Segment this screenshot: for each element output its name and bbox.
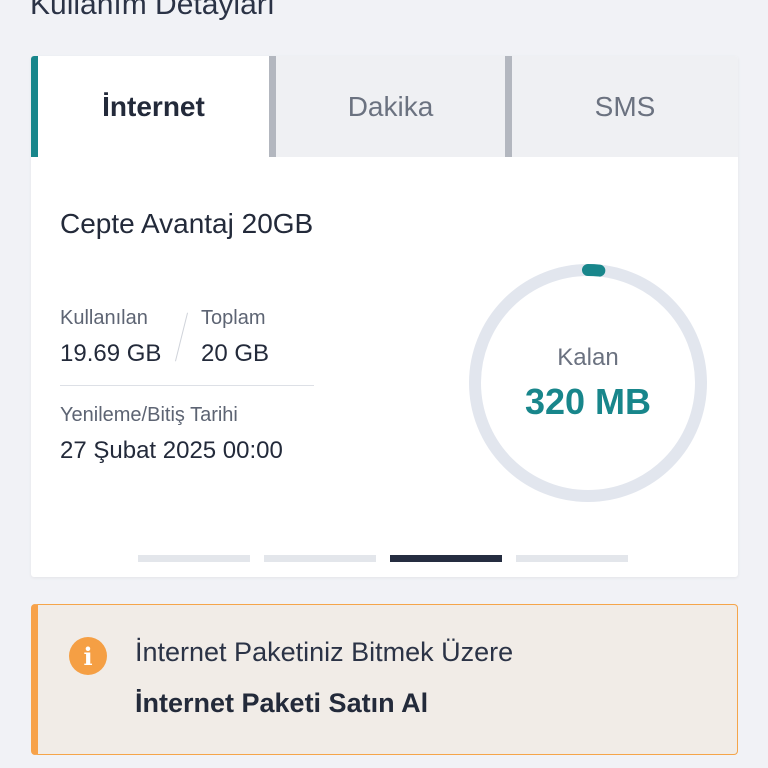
pager-dot[interactable] <box>516 555 628 562</box>
stat-separator <box>174 312 189 362</box>
buy-internet-package-link[interactable]: İnternet Paketi Satın Al <box>135 688 428 719</box>
renewal-value: 27 Şubat 2025 00:00 <box>60 437 283 464</box>
usage-card: İnternet Dakika SMS Cepte Avantaj 20GB K… <box>31 56 738 577</box>
tab-dakika[interactable]: Dakika <box>269 56 505 157</box>
gauge-label: Kalan <box>557 344 619 371</box>
used-value: 19.69 GB <box>60 340 162 367</box>
pager-dot[interactable] <box>264 555 376 562</box>
tab-sms[interactable]: SMS <box>505 56 738 157</box>
info-icon: i <box>69 637 107 675</box>
renewal-label: Yenileme/Bitiş Tarihi <box>60 404 238 426</box>
total-label: Toplam <box>201 307 266 329</box>
low-balance-alert: i İnternet Paketiniz Bitmek Üzere İntern… <box>31 604 738 755</box>
gauge-value: 320 MB <box>524 381 652 422</box>
total-value: 20 GB <box>201 340 270 367</box>
usage-tabs: İnternet Dakika SMS <box>31 56 738 157</box>
page-title: Kullanım Detayları <box>30 0 276 21</box>
used-label: Kullanılan <box>60 307 148 329</box>
remaining-gauge: Kalan 320 MB <box>466 261 710 505</box>
package-name: Cepte Avantaj 20GB <box>60 208 314 239</box>
pager-dot-active[interactable] <box>390 555 502 562</box>
divider <box>60 385 314 386</box>
alert-message: İnternet Paketiniz Bitmek Üzere <box>135 637 514 667</box>
tab-internet[interactable]: İnternet <box>31 56 269 157</box>
pager-dot[interactable] <box>138 555 250 562</box>
carousel-pager <box>138 555 630 562</box>
